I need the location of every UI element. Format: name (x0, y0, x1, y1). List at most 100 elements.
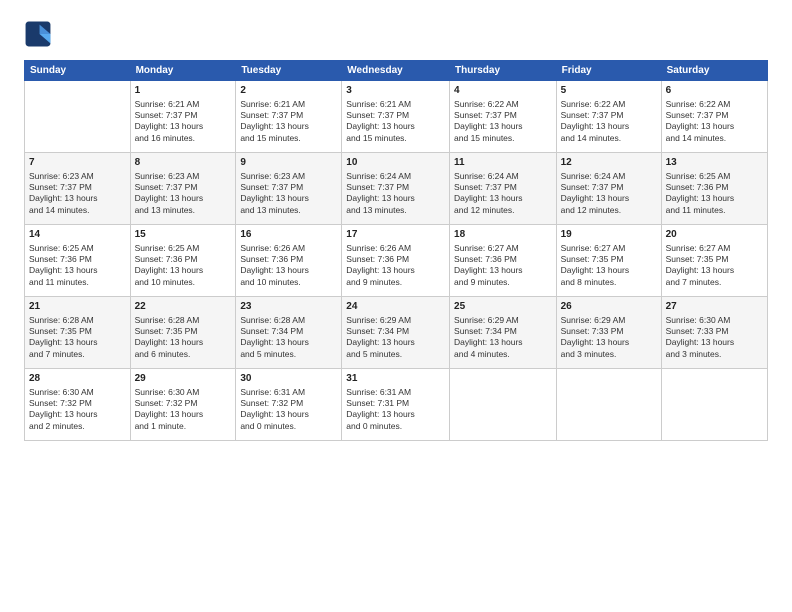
day-cell: 27Sunrise: 6:30 AM Sunset: 7:33 PM Dayli… (661, 297, 767, 369)
weekday-header-wednesday: Wednesday (342, 61, 450, 81)
day-info: Sunrise: 6:25 AM Sunset: 7:36 PM Dayligh… (135, 243, 232, 289)
day-info: Sunrise: 6:24 AM Sunset: 7:37 PM Dayligh… (561, 171, 657, 217)
day-info: Sunrise: 6:22 AM Sunset: 7:37 PM Dayligh… (561, 99, 657, 145)
day-info: Sunrise: 6:23 AM Sunset: 7:37 PM Dayligh… (29, 171, 126, 217)
day-number: 17 (346, 228, 445, 242)
day-info: Sunrise: 6:30 AM Sunset: 7:32 PM Dayligh… (135, 387, 232, 433)
day-info: Sunrise: 6:30 AM Sunset: 7:33 PM Dayligh… (666, 315, 763, 361)
day-info: Sunrise: 6:21 AM Sunset: 7:37 PM Dayligh… (240, 99, 337, 145)
day-info: Sunrise: 6:21 AM Sunset: 7:37 PM Dayligh… (346, 99, 445, 145)
day-info: Sunrise: 6:27 AM Sunset: 7:36 PM Dayligh… (454, 243, 552, 289)
day-cell: 20Sunrise: 6:27 AM Sunset: 7:35 PM Dayli… (661, 225, 767, 297)
day-cell: 14Sunrise: 6:25 AM Sunset: 7:36 PM Dayli… (25, 225, 131, 297)
weekday-header-friday: Friday (556, 61, 661, 81)
week-row-1: 1Sunrise: 6:21 AM Sunset: 7:37 PM Daylig… (25, 81, 768, 153)
day-info: Sunrise: 6:21 AM Sunset: 7:37 PM Dayligh… (135, 99, 232, 145)
day-info: Sunrise: 6:22 AM Sunset: 7:37 PM Dayligh… (666, 99, 763, 145)
day-cell: 8Sunrise: 6:23 AM Sunset: 7:37 PM Daylig… (130, 153, 236, 225)
day-cell: 12Sunrise: 6:24 AM Sunset: 7:37 PM Dayli… (556, 153, 661, 225)
weekday-header-tuesday: Tuesday (236, 61, 342, 81)
day-number: 30 (240, 372, 337, 386)
day-cell (556, 369, 661, 441)
week-row-2: 7Sunrise: 6:23 AM Sunset: 7:37 PM Daylig… (25, 153, 768, 225)
day-info: Sunrise: 6:26 AM Sunset: 7:36 PM Dayligh… (346, 243, 445, 289)
day-cell: 6Sunrise: 6:22 AM Sunset: 7:37 PM Daylig… (661, 81, 767, 153)
day-cell: 29Sunrise: 6:30 AM Sunset: 7:32 PM Dayli… (130, 369, 236, 441)
day-info: Sunrise: 6:30 AM Sunset: 7:32 PM Dayligh… (29, 387, 126, 433)
day-cell: 9Sunrise: 6:23 AM Sunset: 7:37 PM Daylig… (236, 153, 342, 225)
weekday-header-row: SundayMondayTuesdayWednesdayThursdayFrid… (25, 61, 768, 81)
day-number: 15 (135, 228, 232, 242)
day-cell: 24Sunrise: 6:29 AM Sunset: 7:34 PM Dayli… (342, 297, 450, 369)
day-number: 14 (29, 228, 126, 242)
day-cell: 13Sunrise: 6:25 AM Sunset: 7:36 PM Dayli… (661, 153, 767, 225)
day-cell: 7Sunrise: 6:23 AM Sunset: 7:37 PM Daylig… (25, 153, 131, 225)
day-info: Sunrise: 6:27 AM Sunset: 7:35 PM Dayligh… (666, 243, 763, 289)
day-info: Sunrise: 6:31 AM Sunset: 7:31 PM Dayligh… (346, 387, 445, 433)
day-number: 16 (240, 228, 337, 242)
day-cell: 11Sunrise: 6:24 AM Sunset: 7:37 PM Dayli… (450, 153, 557, 225)
day-cell (661, 369, 767, 441)
day-number: 6 (666, 84, 763, 98)
day-info: Sunrise: 6:29 AM Sunset: 7:34 PM Dayligh… (454, 315, 552, 361)
day-cell: 22Sunrise: 6:28 AM Sunset: 7:35 PM Dayli… (130, 297, 236, 369)
day-number: 26 (561, 300, 657, 314)
day-number: 10 (346, 156, 445, 170)
day-number: 3 (346, 84, 445, 98)
day-number: 20 (666, 228, 763, 242)
day-cell: 4Sunrise: 6:22 AM Sunset: 7:37 PM Daylig… (450, 81, 557, 153)
day-cell: 10Sunrise: 6:24 AM Sunset: 7:37 PM Dayli… (342, 153, 450, 225)
day-cell: 25Sunrise: 6:29 AM Sunset: 7:34 PM Dayli… (450, 297, 557, 369)
day-info: Sunrise: 6:22 AM Sunset: 7:37 PM Dayligh… (454, 99, 552, 145)
day-info: Sunrise: 6:27 AM Sunset: 7:35 PM Dayligh… (561, 243, 657, 289)
day-cell: 5Sunrise: 6:22 AM Sunset: 7:37 PM Daylig… (556, 81, 661, 153)
day-info: Sunrise: 6:25 AM Sunset: 7:36 PM Dayligh… (29, 243, 126, 289)
week-row-4: 21Sunrise: 6:28 AM Sunset: 7:35 PM Dayli… (25, 297, 768, 369)
calendar-table: SundayMondayTuesdayWednesdayThursdayFrid… (24, 60, 768, 441)
day-cell: 15Sunrise: 6:25 AM Sunset: 7:36 PM Dayli… (130, 225, 236, 297)
day-cell: 3Sunrise: 6:21 AM Sunset: 7:37 PM Daylig… (342, 81, 450, 153)
day-cell (450, 369, 557, 441)
day-number: 28 (29, 372, 126, 386)
day-number: 23 (240, 300, 337, 314)
day-number: 24 (346, 300, 445, 314)
day-number: 13 (666, 156, 763, 170)
day-number: 31 (346, 372, 445, 386)
logo-icon (24, 20, 52, 48)
day-number: 5 (561, 84, 657, 98)
day-number: 25 (454, 300, 552, 314)
day-cell: 23Sunrise: 6:28 AM Sunset: 7:34 PM Dayli… (236, 297, 342, 369)
day-cell (25, 81, 131, 153)
day-info: Sunrise: 6:23 AM Sunset: 7:37 PM Dayligh… (135, 171, 232, 217)
day-info: Sunrise: 6:24 AM Sunset: 7:37 PM Dayligh… (454, 171, 552, 217)
day-cell: 18Sunrise: 6:27 AM Sunset: 7:36 PM Dayli… (450, 225, 557, 297)
day-number: 29 (135, 372, 232, 386)
day-cell: 28Sunrise: 6:30 AM Sunset: 7:32 PM Dayli… (25, 369, 131, 441)
day-number: 11 (454, 156, 552, 170)
day-info: Sunrise: 6:28 AM Sunset: 7:34 PM Dayligh… (240, 315, 337, 361)
day-number: 8 (135, 156, 232, 170)
day-cell: 17Sunrise: 6:26 AM Sunset: 7:36 PM Dayli… (342, 225, 450, 297)
weekday-header-monday: Monday (130, 61, 236, 81)
page: SundayMondayTuesdayWednesdayThursdayFrid… (0, 0, 792, 612)
day-number: 19 (561, 228, 657, 242)
logo (24, 20, 56, 48)
day-number: 7 (29, 156, 126, 170)
day-info: Sunrise: 6:29 AM Sunset: 7:34 PM Dayligh… (346, 315, 445, 361)
day-cell: 2Sunrise: 6:21 AM Sunset: 7:37 PM Daylig… (236, 81, 342, 153)
day-number: 22 (135, 300, 232, 314)
day-cell: 31Sunrise: 6:31 AM Sunset: 7:31 PM Dayli… (342, 369, 450, 441)
day-info: Sunrise: 6:24 AM Sunset: 7:37 PM Dayligh… (346, 171, 445, 217)
day-info: Sunrise: 6:25 AM Sunset: 7:36 PM Dayligh… (666, 171, 763, 217)
day-info: Sunrise: 6:26 AM Sunset: 7:36 PM Dayligh… (240, 243, 337, 289)
day-info: Sunrise: 6:23 AM Sunset: 7:37 PM Dayligh… (240, 171, 337, 217)
header (24, 20, 768, 48)
day-cell: 26Sunrise: 6:29 AM Sunset: 7:33 PM Dayli… (556, 297, 661, 369)
day-number: 27 (666, 300, 763, 314)
day-info: Sunrise: 6:29 AM Sunset: 7:33 PM Dayligh… (561, 315, 657, 361)
weekday-header-thursday: Thursday (450, 61, 557, 81)
day-number: 12 (561, 156, 657, 170)
day-number: 4 (454, 84, 552, 98)
day-number: 18 (454, 228, 552, 242)
day-number: 1 (135, 84, 232, 98)
